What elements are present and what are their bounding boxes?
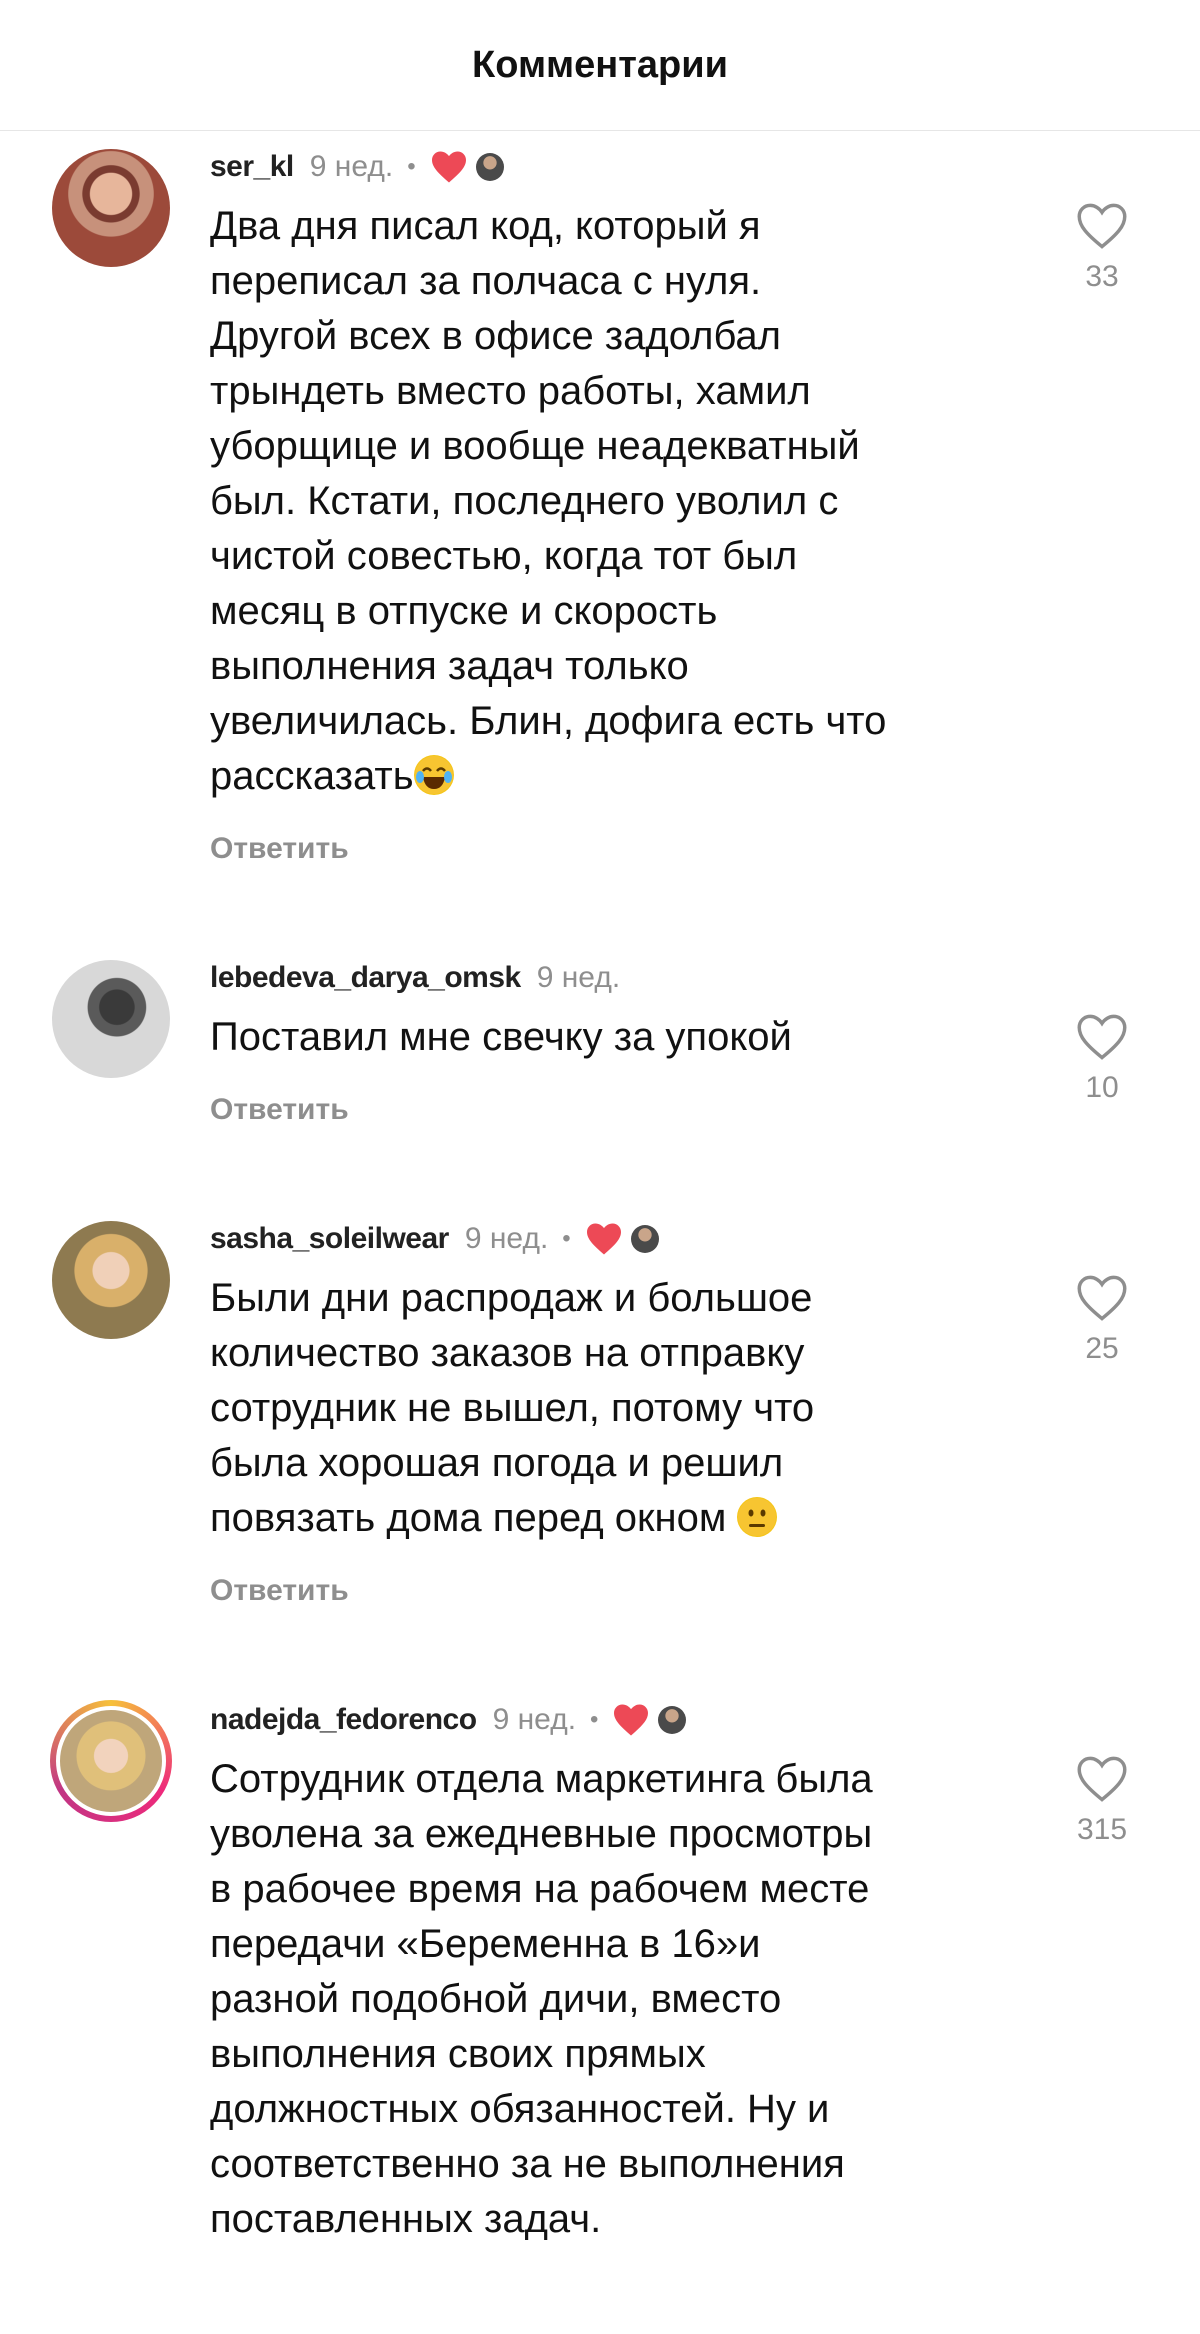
author-liked-heart-icon — [614, 1704, 649, 1736]
story-ring — [50, 1700, 172, 1822]
comment-text: Сотрудник отдела маркетинга была уволена… — [210, 1757, 873, 2241]
comment-text: Были дни распродаж и большое количество … — [210, 1276, 815, 1540]
like-column: 10 — [1052, 1013, 1152, 1105]
reply-button[interactable]: Ответить — [210, 832, 1000, 866]
comment-text: Поставил мне свечку за упокой — [210, 1015, 792, 1059]
like-heart-icon[interactable] — [1076, 1274, 1128, 1322]
avatar[interactable] — [50, 1700, 172, 1822]
like-heart-icon[interactable] — [1076, 1013, 1128, 1061]
comment-username[interactable]: ser_kl — [210, 150, 294, 184]
like-count: 10 — [1085, 1071, 1119, 1104]
laughing-emoji-icon — [413, 755, 454, 795]
author-mini-avatar — [475, 153, 504, 181]
separator-dot: • — [590, 1706, 599, 1733]
author-liked-heart-icon — [431, 151, 466, 183]
avatar[interactable] — [50, 1219, 172, 1341]
like-heart-icon[interactable] — [1076, 1755, 1128, 1803]
separator-dot: • — [407, 153, 416, 180]
comment-time: 9 нед. — [464, 1222, 549, 1255]
reply-button[interactable]: Ответить — [210, 1093, 1000, 1127]
comment-username[interactable]: nadejda_fedorenco — [210, 1703, 477, 1737]
separator-dot: • — [562, 1225, 571, 1252]
reply-button[interactable]: Ответить — [210, 1574, 1000, 1608]
author-liked-heart-icon — [586, 1223, 621, 1255]
avatar[interactable] — [50, 958, 172, 1080]
comment-time: 9 нед. — [536, 961, 621, 994]
like-count: 25 — [1085, 1332, 1119, 1365]
comment-item: nadejda_fedorenco 9 нед. • Сотрудник отд… — [0, 1700, 1200, 2247]
comment-username[interactable]: sasha_soleilwear — [210, 1222, 449, 1256]
like-count: 33 — [1085, 260, 1119, 293]
neutral-face-emoji-icon — [737, 1497, 778, 1537]
comment-item: sasha_soleilwear 9 нед. • Были дни распр… — [0, 1219, 1200, 1608]
comments-header: Комментарии — [0, 0, 1200, 131]
avatar[interactable] — [50, 147, 172, 269]
comment-username[interactable]: lebedeva_darya_omsk — [210, 961, 521, 995]
like-column: 25 — [1052, 1274, 1152, 1366]
comment-item: lebedeva_darya_omsk 9 нед. Поставил мне … — [0, 958, 1200, 1127]
author-mini-avatar — [658, 1706, 687, 1734]
comment-item: ser_kl 9 нед. • Два дня писал код, котор… — [0, 147, 1200, 866]
comment-time: 9 нед. — [309, 150, 394, 183]
like-column: 315 — [1052, 1755, 1152, 1847]
author-mini-avatar — [630, 1225, 659, 1253]
like-column: 33 — [1052, 202, 1152, 294]
page-title: Комментарии — [472, 43, 728, 86]
like-count: 315 — [1076, 1813, 1128, 1846]
comment-text: Два дня писал код, который я переписал з… — [210, 204, 887, 798]
like-heart-icon[interactable] — [1076, 202, 1128, 250]
comment-time: 9 нед. — [492, 1703, 577, 1736]
